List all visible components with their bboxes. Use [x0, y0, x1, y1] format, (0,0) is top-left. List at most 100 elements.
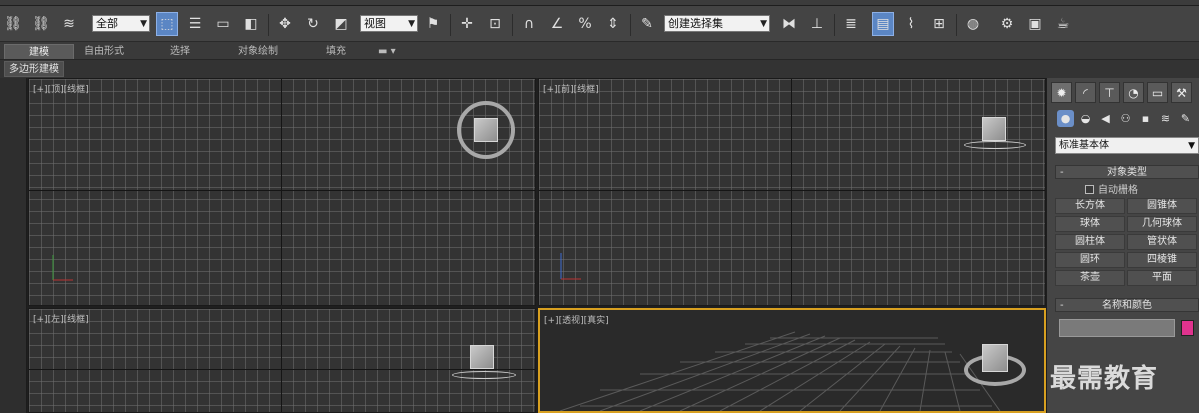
lights-icon[interactable]: ◀	[1097, 110, 1114, 127]
align-icon[interactable]: ⊥	[806, 12, 828, 36]
viewcube-ring[interactable]	[452, 371, 516, 379]
select-and-move-icon[interactable]: ✥	[274, 12, 296, 36]
tube-button[interactable]: 管状体	[1127, 234, 1197, 250]
rectangular-selection-icon[interactable]: ▭	[212, 12, 234, 36]
bind-to-space-warp-icon[interactable]: ≋	[58, 12, 80, 36]
reference-coordinate-dropdown[interactable]: 视图 ▼	[360, 15, 418, 32]
viewport-plus-menu[interactable]: [+]	[33, 315, 48, 325]
viewport-label[interactable]: [+][前][线框]	[543, 82, 599, 95]
cameras-icon[interactable]: ⚇	[1117, 110, 1134, 127]
viewport-plus-menu[interactable]: [+]	[543, 85, 558, 95]
systems-icon[interactable]: ✎	[1177, 110, 1194, 127]
viewport-plus-menu[interactable]: [+]	[544, 316, 559, 326]
select-object-icon[interactable]: ⬚	[156, 12, 178, 36]
name-color-rollout-header[interactable]: - 名称和颜色	[1055, 298, 1199, 312]
viewcube[interactable]	[470, 345, 494, 369]
modify-tab-icon[interactable]: ◜	[1075, 82, 1096, 103]
shapes-icon[interactable]: ◒	[1077, 110, 1094, 127]
selection-filter-dropdown[interactable]: 全部 ▼	[92, 15, 150, 32]
utilities-tab-icon[interactable]: ⚒	[1171, 82, 1192, 103]
viewport-view-menu[interactable]: [前]	[558, 85, 574, 95]
rendered-frame-window-icon[interactable]: ▣	[1024, 12, 1046, 36]
toggle-ribbon-icon[interactable]: ▤	[872, 12, 894, 36]
primitive-category-dropdown[interactable]: 标准基本体 ▼	[1055, 137, 1199, 154]
torus-button[interactable]: 圆环	[1055, 252, 1125, 268]
percent-snap-icon[interactable]: %	[574, 12, 596, 36]
select-and-manipulate-icon[interactable]: ✛	[456, 12, 478, 36]
schematic-view-icon[interactable]: ⊞	[928, 12, 950, 36]
object-type-rollout-header[interactable]: - 对象类型	[1055, 165, 1199, 179]
keyboard-shortcut-override-icon[interactable]: ⊡	[484, 12, 506, 36]
viewport-shading-menu[interactable]: [线框]	[64, 85, 89, 95]
viewport-label[interactable]: [+][透视][真实]	[544, 313, 609, 326]
cylinder-button[interactable]: 圆柱体	[1055, 234, 1125, 250]
render-setup-icon[interactable]: ⚙	[996, 12, 1018, 36]
plane-button[interactable]: 平面	[1127, 270, 1197, 286]
chevron-down-icon: ▼	[1188, 141, 1195, 151]
motion-tab-icon[interactable]: ◔	[1123, 82, 1144, 103]
viewport-shading-menu[interactable]: [线框]	[574, 85, 599, 95]
window-crossing-icon[interactable]: ◧	[240, 12, 262, 36]
axis-tripod-icon	[560, 253, 581, 280]
viewport-label[interactable]: [+][左][线框]	[33, 312, 89, 325]
sphere-button[interactable]: 球体	[1055, 216, 1125, 232]
select-by-name-icon[interactable]: ☰	[184, 12, 206, 36]
chevron-down-icon: ▼	[140, 19, 147, 29]
main-toolbar: ⛓ ⛓ ≋ 全部 ▼ ⬚ ☰ ▭ ◧ ✥ ↻ ◩ 视图 ▼ ⚑ ✛ ⊡ ∩ ∠ …	[0, 6, 1199, 42]
tab-modeling[interactable]: 建模	[4, 44, 74, 59]
spinner-snap-icon[interactable]: ⇕	[602, 12, 624, 36]
viewport-view-menu[interactable]: [顶]	[48, 85, 64, 95]
viewport-top[interactable]: [+][顶][线框]	[28, 78, 536, 306]
collapse-icon: -	[1060, 300, 1064, 311]
tab-freeform[interactable]: 自由形式	[72, 44, 136, 59]
select-and-link-icon[interactable]: ⛓	[2, 12, 24, 36]
hierarchy-tab-icon[interactable]: ⊤	[1099, 82, 1120, 103]
create-tab-icon[interactable]: ✹	[1051, 82, 1072, 103]
viewport-plus-menu[interactable]: [+]	[33, 85, 48, 95]
mirror-icon[interactable]: ⧓	[778, 12, 800, 36]
select-and-scale-icon[interactable]: ◩	[330, 12, 352, 36]
pyramid-button[interactable]: 四棱锥	[1127, 252, 1197, 268]
object-name-input[interactable]	[1059, 319, 1175, 337]
tab-selection[interactable]: 选择	[158, 44, 202, 59]
tab-populate[interactable]: 填充	[314, 44, 358, 59]
edit-named-selection-icon[interactable]: ✎	[636, 12, 658, 36]
select-and-rotate-icon[interactable]: ↻	[302, 12, 324, 36]
object-color-swatch[interactable]	[1181, 320, 1194, 336]
viewport-front[interactable]: [+][前][线框]	[538, 78, 1046, 306]
cone-button[interactable]: 圆锥体	[1127, 198, 1197, 214]
render-production-icon[interactable]: ☕	[1052, 12, 1074, 36]
auto-grid-checkbox[interactable]: 自动栅格	[1085, 181, 1138, 196]
snaps-toggle-icon[interactable]: ∩	[518, 12, 540, 36]
teapot-button[interactable]: 茶壶	[1055, 270, 1125, 286]
geosphere-button[interactable]: 几何球体	[1127, 216, 1197, 232]
viewport-left[interactable]: [+][左][线框]	[28, 308, 536, 413]
angle-snap-icon[interactable]: ∠	[546, 12, 568, 36]
viewport-shading-menu[interactable]: [真实]	[584, 316, 609, 326]
pivot-point-center-icon[interactable]: ⚑	[422, 12, 444, 36]
viewport-view-menu[interactable]: [左]	[48, 315, 64, 325]
viewcube[interactable]	[474, 118, 498, 142]
polygon-modeling-panel[interactable]: 多边形建模	[4, 61, 64, 77]
material-editor-icon[interactable]: ◍	[962, 12, 984, 36]
viewcube[interactable]	[982, 344, 1008, 372]
geometry-icon[interactable]: ●	[1057, 110, 1074, 127]
viewcube[interactable]	[982, 117, 1006, 141]
unlink-selection-icon[interactable]: ⛓	[30, 12, 52, 36]
box-button[interactable]: 长方体	[1055, 198, 1125, 214]
curve-editor-icon[interactable]: ⌇	[900, 12, 922, 36]
checkbox-icon[interactable]	[1085, 185, 1094, 194]
viewcube-ring[interactable]	[964, 141, 1026, 149]
viewport-perspective[interactable]: [+][透视][真实]	[538, 308, 1046, 413]
chevron-down-icon: ▼	[760, 19, 767, 29]
space-warps-icon[interactable]: ≋	[1157, 110, 1174, 127]
ribbon-options-icon[interactable]: ▬ ▾	[366, 44, 408, 59]
layer-manager-icon[interactable]: ≣	[840, 12, 862, 36]
display-tab-icon[interactable]: ▭	[1147, 82, 1168, 103]
tab-object-paint[interactable]: 对象绘制	[226, 44, 290, 59]
viewport-shading-menu[interactable]: [线框]	[64, 315, 89, 325]
viewport-view-menu[interactable]: [透视]	[559, 316, 584, 326]
helpers-icon[interactable]: ▪	[1137, 110, 1154, 127]
named-selection-sets-dropdown[interactable]: 创建选择集 ▼	[664, 15, 770, 32]
viewport-label[interactable]: [+][顶][线框]	[33, 82, 89, 95]
